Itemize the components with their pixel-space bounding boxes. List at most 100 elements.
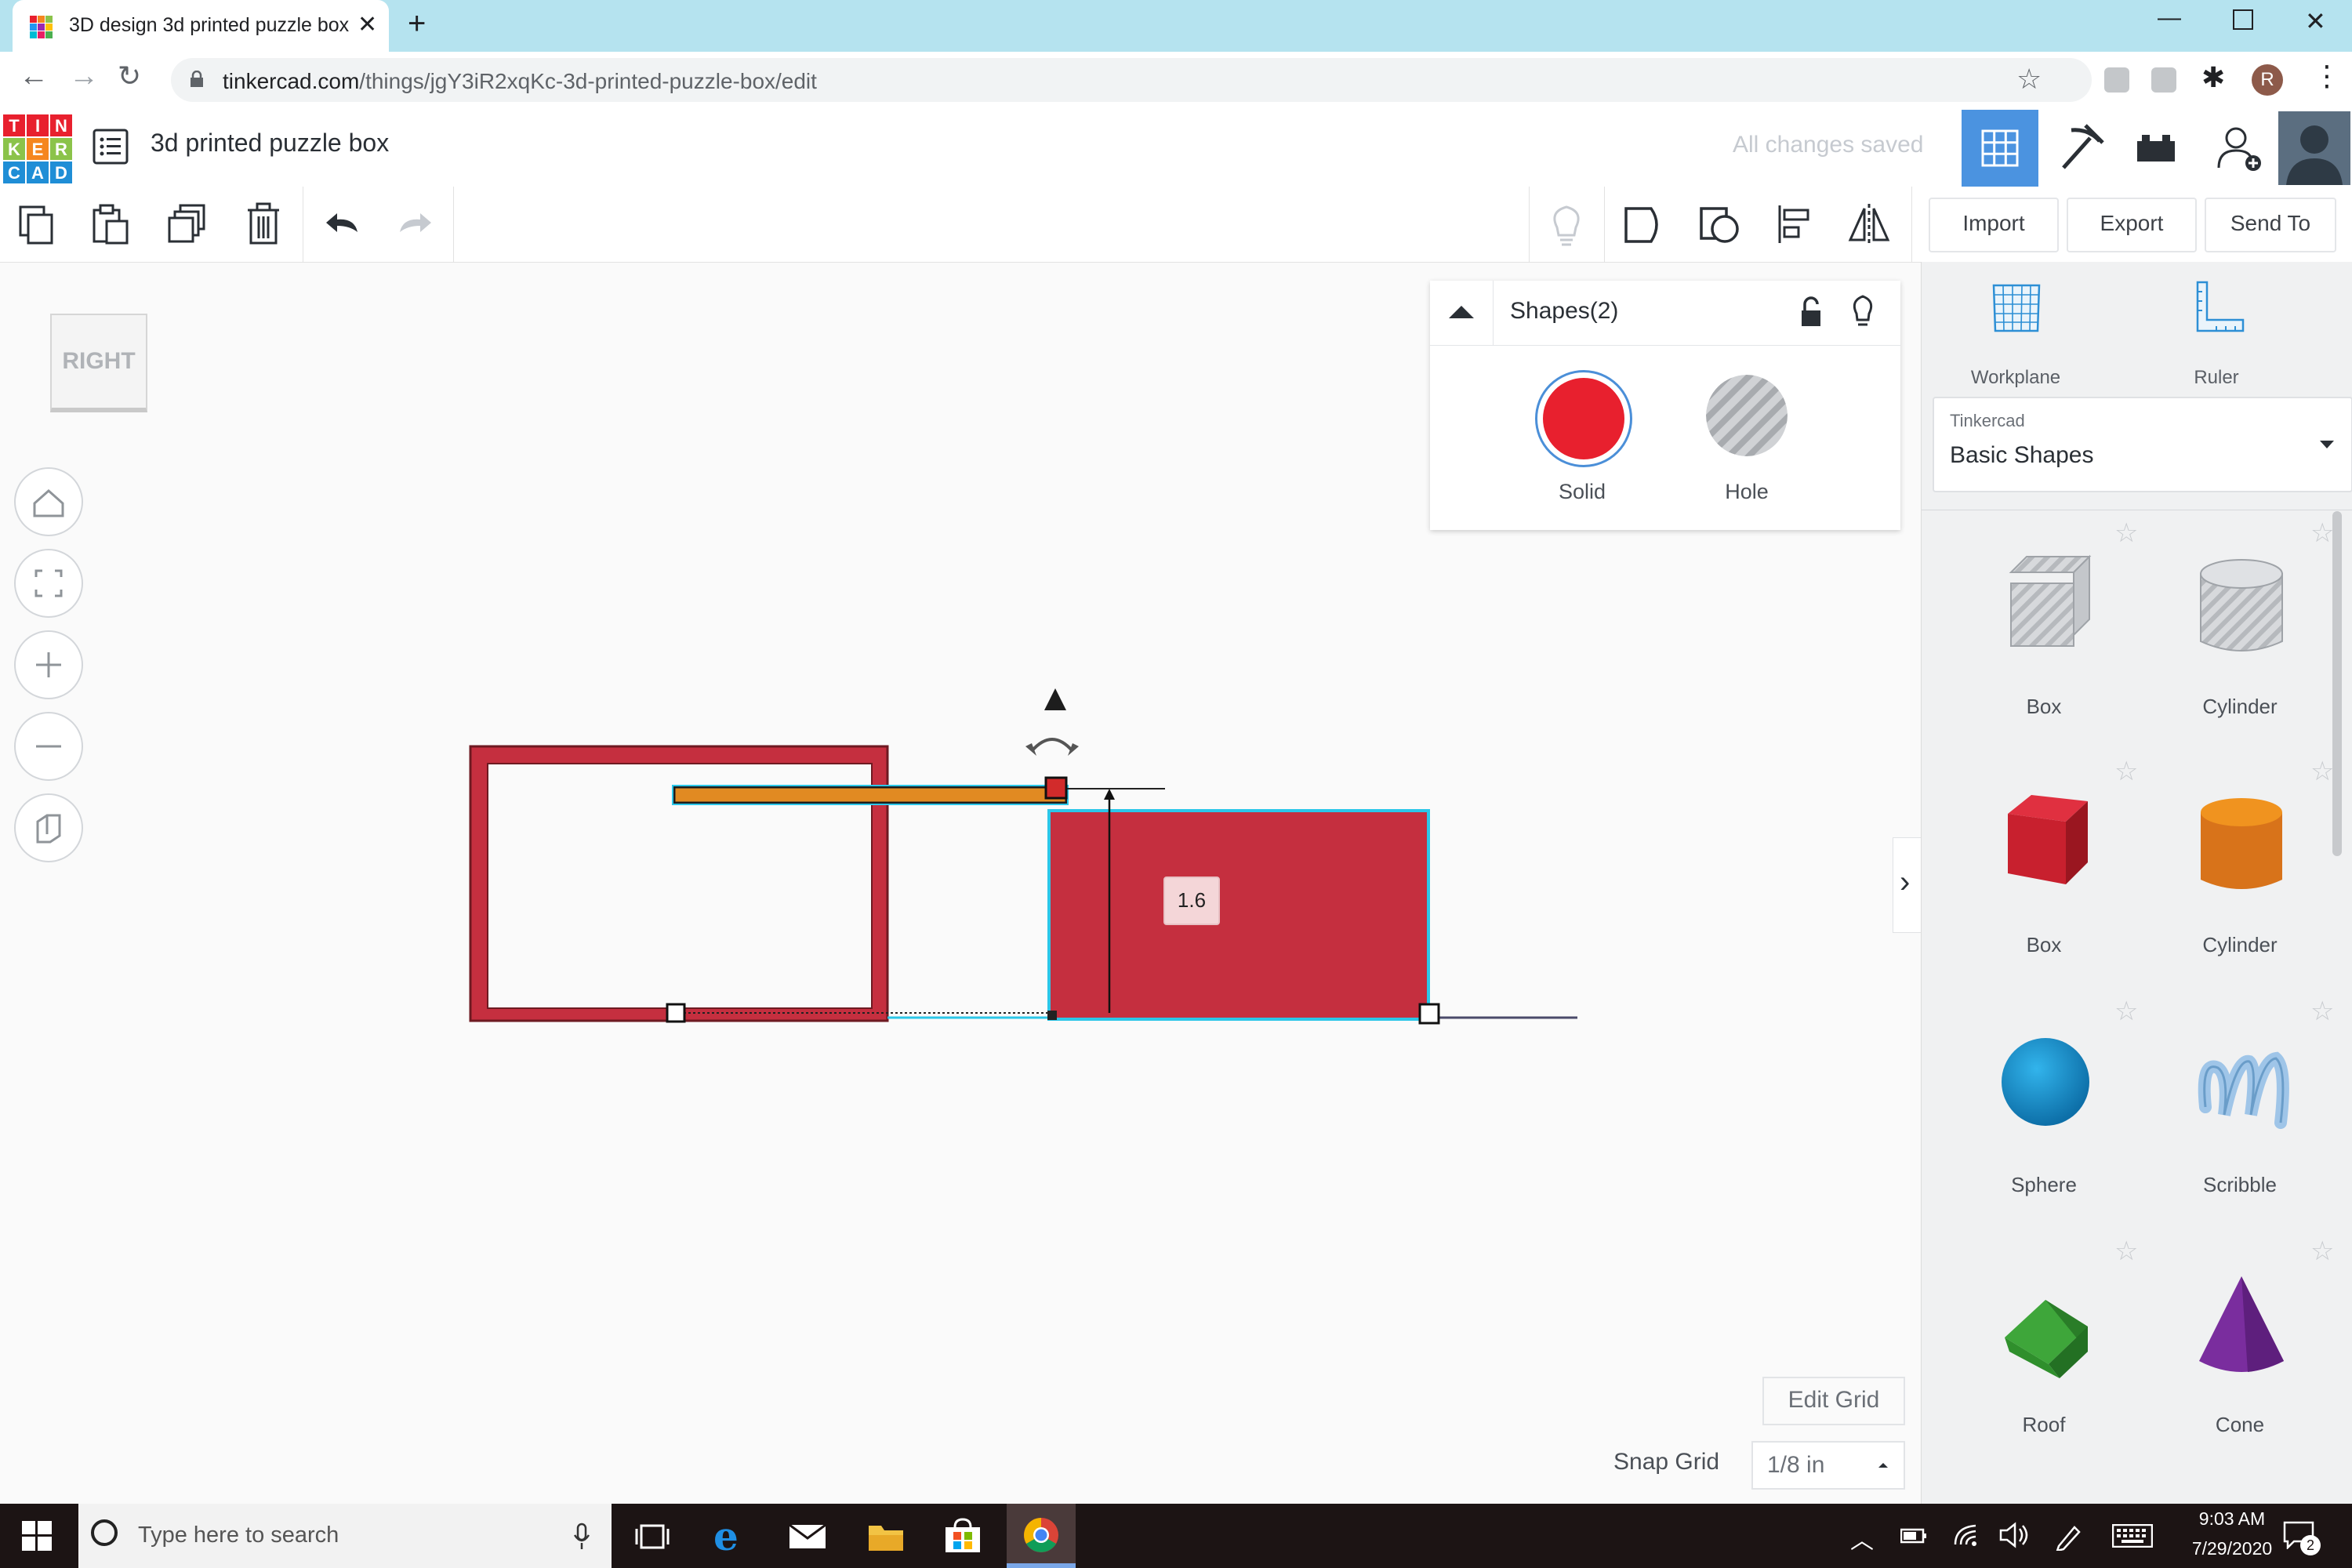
workplane-tool[interactable]: Workplane (1969, 279, 2063, 389)
zoom-in-button[interactable] (14, 630, 83, 699)
minimize-icon[interactable]: — (2158, 5, 2181, 31)
browser-menu-icon[interactable]: ⋮ (2313, 60, 2341, 93)
show-hidden-button[interactable] (1543, 201, 1590, 248)
import-button[interactable]: Import (1929, 198, 2059, 252)
mirror-button[interactable] (1846, 201, 1893, 248)
duplicate-button[interactable] (165, 201, 212, 248)
reload-icon[interactable]: ↻ (118, 60, 141, 93)
favorite-star-icon[interactable]: ☆ (2310, 756, 2334, 787)
solid-box-shape[interactable] (1047, 809, 1430, 1021)
favorite-star-icon[interactable]: ☆ (2310, 996, 2334, 1027)
shape-tile-cylinder[interactable]: ☆ Cylinder (2146, 756, 2350, 991)
close-window-icon[interactable]: ✕ (2305, 6, 2326, 36)
design-list-icon[interactable] (93, 129, 129, 165)
extension-icon[interactable] (2104, 67, 2129, 93)
lift-cone-icon[interactable] (1044, 688, 1066, 710)
show-hidden-icons-icon[interactable]: ︿ (1850, 1521, 1874, 1555)
restore-icon[interactable] (2233, 9, 2253, 30)
windows-start-icon[interactable] (22, 1521, 52, 1551)
ungroup-button[interactable] (1695, 201, 1742, 248)
shape-tile-roof[interactable]: ☆ Roof (1950, 1236, 2154, 1471)
favorite-star-icon[interactable]: ☆ (2114, 756, 2138, 787)
user-avatar[interactable] (2278, 111, 2350, 185)
hole-button[interactable] (1706, 375, 1788, 456)
inspector-divider (1430, 345, 1900, 346)
hole-stripes-icon (1706, 375, 1788, 456)
resize-handle[interactable] (1418, 1003, 1440, 1025)
3d-design-view-button[interactable] (1962, 110, 2038, 187)
panel-toggle-button[interactable]: › (1893, 837, 1922, 933)
design-title[interactable]: 3d printed puzzle box (151, 129, 389, 158)
new-tab-icon[interactable]: + (408, 6, 426, 42)
export-button[interactable]: Export (2067, 198, 2197, 252)
forward-icon[interactable]: → (69, 60, 99, 93)
shape-tile-sphere[interactable]: ☆ Sphere (1950, 996, 2154, 1231)
group-icon (1624, 207, 1658, 243)
invite-user-button[interactable] (2201, 110, 2278, 187)
collapse-inspector-button[interactable] (1430, 281, 1494, 345)
browser-tab[interactable]: 3D design 3d printed puzzle box ✕ (13, 0, 389, 52)
resize-handle[interactable] (666, 1003, 686, 1023)
favorite-star-icon[interactable]: ☆ (2310, 1236, 2334, 1267)
lid-bar-shape[interactable] (673, 786, 1068, 804)
favorite-star-icon[interactable]: ☆ (2114, 517, 2138, 549)
toolbar-divider (1604, 187, 1605, 262)
ruler-tool[interactable]: Ruler (2169, 279, 2263, 389)
solid-color-button[interactable] (1535, 370, 1632, 467)
copy-icon (19, 205, 53, 245)
extension-icon[interactable] (2151, 67, 2176, 93)
favorite-star-icon[interactable]: ☆ (2114, 1236, 2138, 1267)
height-handle[interactable] (1044, 776, 1068, 800)
visibility-bulb-icon[interactable] (1849, 293, 1877, 331)
perspective-button[interactable] (14, 793, 83, 862)
shape-tile-cone[interactable]: ☆ Cone (2146, 1236, 2350, 1471)
corner-handle[interactable] (1047, 1011, 1057, 1020)
shape-tile-box-hole[interactable]: ☆ Box (1950, 517, 2154, 753)
shape-tile-scribble[interactable]: ☆ Scribble (2146, 996, 2350, 1231)
dimension-value-box[interactable]: 1.6 (1163, 877, 1220, 925)
group-button[interactable] (1620, 201, 1667, 248)
favorite-star-icon[interactable]: ☆ (2114, 996, 2138, 1027)
send-to-button[interactable]: Send To (2205, 198, 2336, 252)
bookmark-star-icon[interactable]: ☆ (2016, 63, 2042, 96)
undo-button[interactable] (318, 201, 365, 248)
lock-toggle-icon[interactable] (1797, 295, 1825, 329)
taskbar-time[interactable]: 9:03 AM (2173, 1508, 2291, 1530)
trash-icon (248, 202, 279, 245)
delete-button[interactable] (240, 201, 287, 248)
pickaxe-icon (2062, 124, 2104, 169)
home-view-button[interactable] (14, 467, 83, 536)
library-name: Basic Shapes (1950, 442, 2094, 468)
omnibox[interactable]: tinkercad.com/things/jgY3iR2xqKc-3d-prin… (171, 58, 2092, 102)
fit-view-button[interactable] (14, 549, 83, 618)
snap-grid-select[interactable]: 1/8 in (1751, 1441, 1905, 1490)
redo-icon (400, 213, 431, 232)
view-cube-face-label: RIGHT (62, 348, 136, 374)
rotate-handle-icon[interactable] (1030, 738, 1074, 753)
edit-grid-button[interactable]: Edit Grid (1762, 1377, 1905, 1425)
paste-button[interactable] (88, 201, 135, 248)
blocks-view-button[interactable] (2040, 110, 2117, 187)
align-button[interactable] (1772, 201, 1819, 248)
taskbar-search-box[interactable]: Type here to search (78, 1504, 612, 1568)
edge-browser-icon[interactable]: e (713, 1513, 739, 1559)
back-icon[interactable]: ← (19, 60, 49, 93)
tinkercad-logo[interactable]: TIN KER CAD (3, 114, 72, 183)
zoom-out-button[interactable] (14, 712, 83, 781)
workplane-canvas[interactable] (439, 674, 1599, 1051)
chrome-taskbar-button[interactable] (1007, 1504, 1076, 1568)
puzzle-extensions-icon[interactable]: ✱ (2201, 61, 2225, 94)
favorite-star-icon[interactable]: ☆ (2310, 517, 2334, 549)
copy-button[interactable] (14, 201, 61, 248)
view-cube[interactable]: RIGHT (49, 312, 149, 419)
bricks-view-button[interactable] (2117, 110, 2194, 187)
shape-tile-cylinder-hole[interactable]: ☆ Cylinder (2146, 517, 2350, 753)
profile-avatar[interactable]: R (2252, 64, 2283, 96)
close-tab-icon[interactable]: ✕ (358, 11, 377, 38)
shape-tile-box[interactable]: ☆ Box (1950, 756, 2154, 991)
library-provider: Tinkercad (1950, 411, 2025, 430)
shape-library-select[interactable]: Tinkercad Basic Shapes (1933, 397, 2352, 492)
taskbar-date[interactable]: 7/29/2020 (2173, 1538, 2291, 1559)
redo-button[interactable] (392, 201, 439, 248)
volume-icon (1999, 1522, 2028, 1548)
